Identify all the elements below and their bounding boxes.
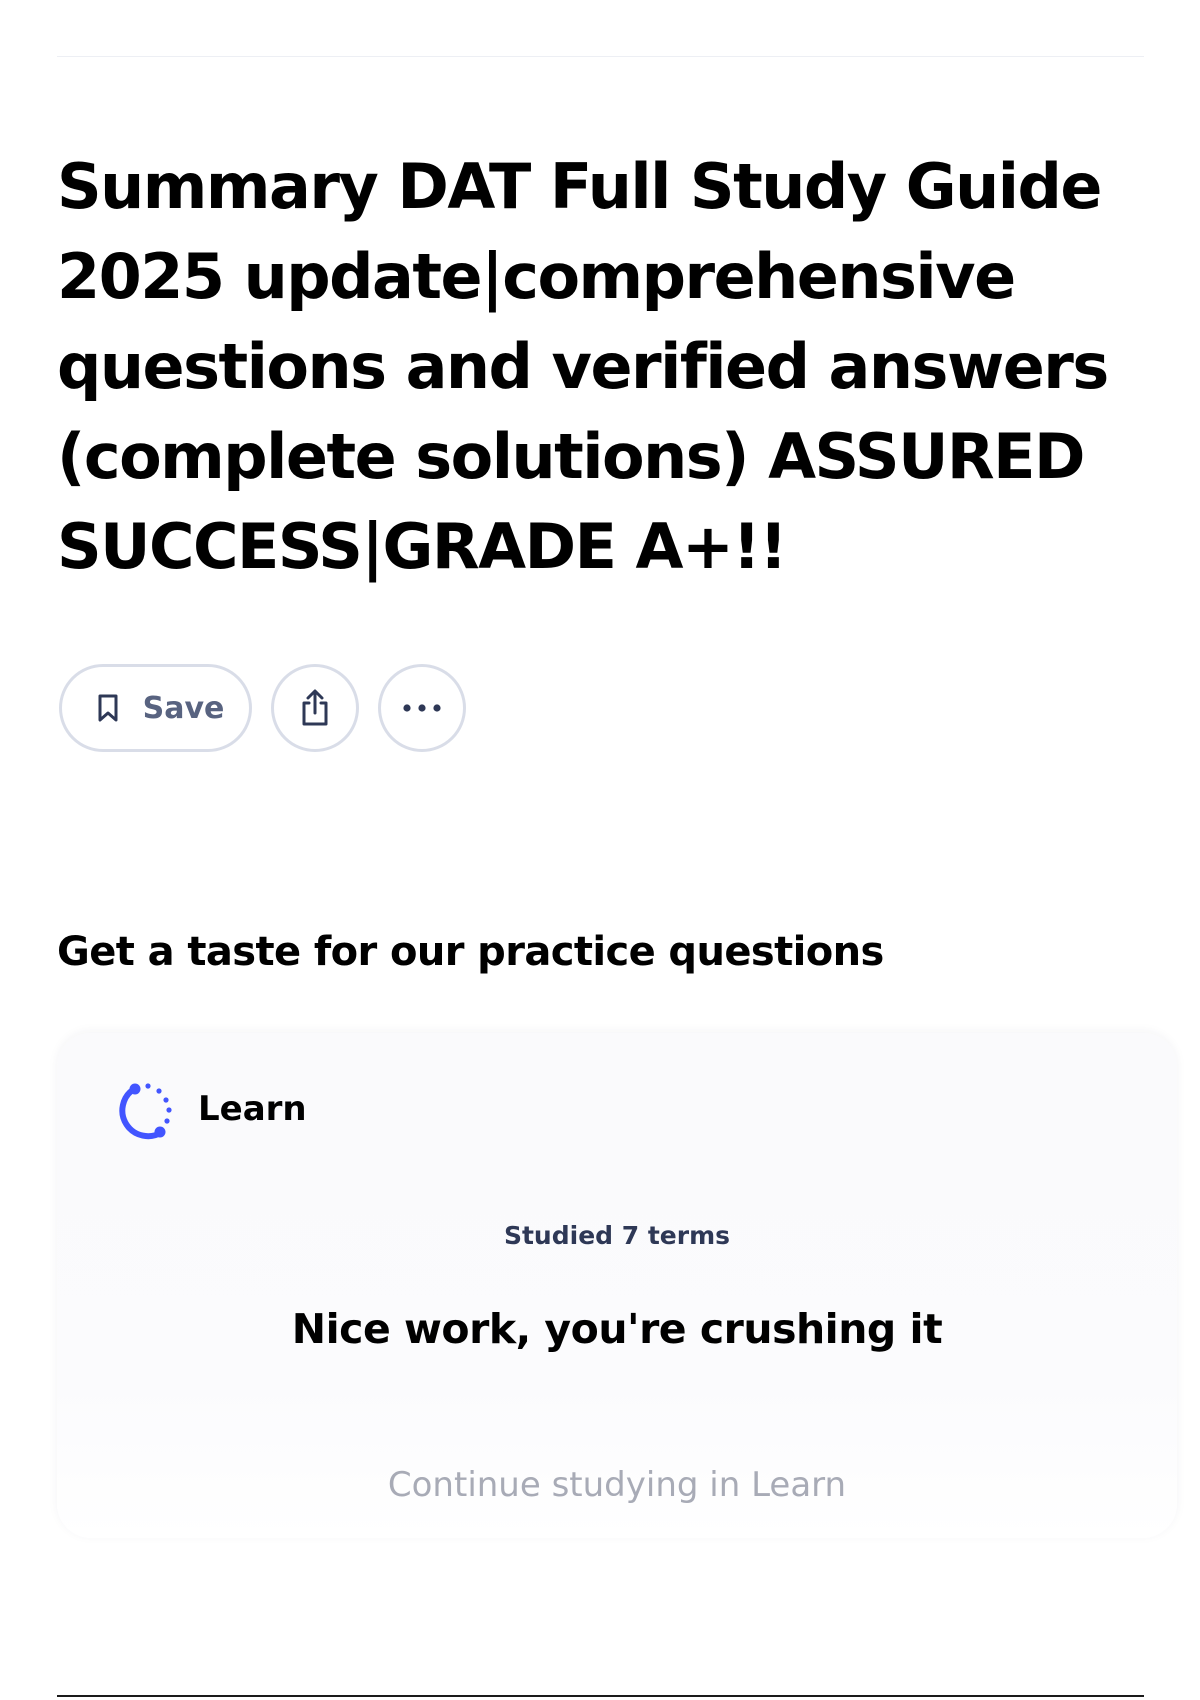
practice-heading: Get a taste for our practice questions — [57, 929, 884, 975]
share-button[interactable] — [271, 664, 359, 752]
top-divider — [57, 56, 1144, 57]
progress-message: Nice work, you're crushing it — [291, 1305, 943, 1353]
studied-count: Studied 7 terms — [503, 1221, 731, 1250]
action-bar: Save — [59, 664, 466, 752]
more-horizontal-icon — [401, 703, 443, 713]
learn-card: Learn Studied 7 terms Nice work, you're … — [57, 1033, 1177, 1538]
learn-icon — [114, 1077, 178, 1141]
continue-learn-link[interactable]: Continue studying in Learn — [57, 1465, 1177, 1505]
bookmark-icon — [95, 693, 121, 723]
bottom-divider — [57, 1695, 1144, 1697]
save-button[interactable]: Save — [59, 664, 252, 752]
share-icon — [296, 688, 334, 728]
learn-mode-header: Learn — [114, 1077, 307, 1141]
save-label: Save — [142, 690, 225, 726]
learn-label: Learn — [198, 1089, 307, 1129]
more-button[interactable] — [378, 664, 466, 752]
page-title: Summary DAT Full Study Guide 2025 update… — [57, 150, 1109, 583]
